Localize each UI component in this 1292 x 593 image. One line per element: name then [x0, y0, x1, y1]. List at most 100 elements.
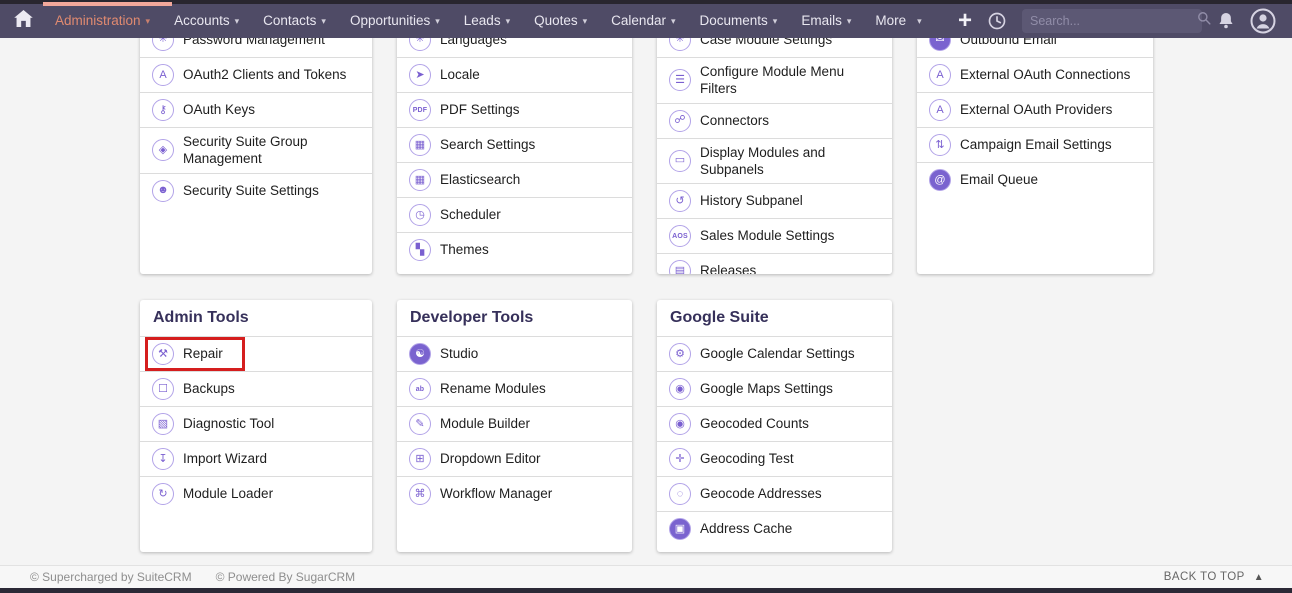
email-panel: ✉Outbound EmailAExternal OAuth Connectio…	[917, 22, 1153, 274]
chevron-down-icon: ▾	[435, 14, 440, 27]
chart-box-icon: ▧	[152, 413, 174, 435]
admin-link-geocoding-test[interactable]: ✛Geocoding Test	[657, 441, 892, 476]
admin-link-themes[interactable]: ▚ Themes	[397, 232, 632, 267]
monitor-icon: ▭	[669, 150, 691, 172]
history-icon: ↺	[669, 190, 691, 212]
admin-link-geocode-addresses[interactable]: ◌Geocode Addresses	[657, 476, 892, 511]
gear-icon: ⚙	[669, 343, 691, 365]
recently-viewed-icon[interactable]	[987, 11, 1007, 31]
back-to-top-button[interactable]: BACK TO TOP ▲	[1164, 571, 1264, 583]
clock-icon: ◷	[409, 204, 431, 226]
admin-link-connectors[interactable]: ☍Connectors	[657, 103, 892, 138]
nav-item-calendar[interactable]: Calendar▾	[599, 4, 687, 37]
admin-link-studio[interactable]: ☯Studio	[397, 336, 632, 371]
admin-link-email-queue[interactable]: @Email Queue	[917, 162, 1153, 197]
vertical-sliders-icon: ⇅	[929, 134, 951, 156]
admin-link-address-cache[interactable]: ▣Address Cache	[657, 511, 892, 546]
admin-link-display-modules-and-subpanels[interactable]: ▭Display Modules and Subpanels	[657, 138, 892, 184]
admin-link-label: External OAuth Providers	[960, 96, 1112, 123]
admin-link-campaign-email-settings[interactable]: ⇅ Campaign Email Settings	[917, 127, 1153, 162]
admin-link-history-subpanel[interactable]: ↺History Subpanel	[657, 183, 892, 218]
admin-link-security-suite-group-management[interactable]: ◈ Security Suite Group Management	[140, 127, 372, 173]
admin-link-oauth2-clients-and-tokens[interactable]: AOAuth2 Clients and Tokens	[140, 57, 372, 92]
table-icon: ⊞	[409, 448, 431, 470]
admin-link-label: Repair	[183, 340, 223, 367]
home-button[interactable]	[14, 10, 33, 32]
nav-item-administration[interactable]: Administration▾	[43, 4, 162, 37]
admin-link-configure-module-menu-filters[interactable]: ☰Configure Module Menu Filters	[657, 57, 892, 103]
nav-item-more[interactable]: More▾	[863, 4, 933, 37]
admin-link-external-oauth-connections[interactable]: A External OAuth Connections	[917, 57, 1153, 92]
nav-item-emails[interactable]: Emails▾	[789, 4, 863, 37]
lock-icon: ◈	[152, 139, 174, 161]
nav-item-quotes[interactable]: Quotes▾	[522, 4, 599, 37]
key-icon: ⚷	[152, 99, 174, 121]
admin-link-locale[interactable]: ➤Locale	[397, 57, 632, 92]
grid-search-icon: ▦	[409, 169, 431, 191]
admin-link-label: Locale	[440, 61, 480, 88]
chevron-down-icon: ▾	[583, 14, 588, 27]
dotted-circle-icon: ◌	[669, 483, 691, 505]
admin-link-scheduler[interactable]: ◷Scheduler	[397, 197, 632, 232]
nav-item-contacts[interactable]: Contacts▾	[251, 4, 338, 37]
admin-link-google-calendar-settings[interactable]: ⚙ Google Calendar Settings	[657, 336, 892, 371]
admin-link-label: Geocoded Counts	[700, 410, 809, 437]
admin-link-module-loader[interactable]: ↻Module Loader	[140, 476, 372, 511]
top-navbar: Administration▾Accounts▾Contacts▾Opportu…	[0, 0, 1292, 38]
admin-link-security-suite-settings[interactable]: ☻Security Suite Settings	[140, 173, 372, 208]
admin-link-backups[interactable]: ☐Backups	[140, 371, 372, 406]
admin-link-workflow-manager[interactable]: ⌘Workflow Manager	[397, 476, 632, 511]
admin-link-label: Google Calendar Settings	[700, 340, 855, 367]
admin-link-module-builder[interactable]: ✎Module Builder	[397, 406, 632, 441]
admin-link-label: Module Builder	[440, 410, 530, 437]
admin-link-label: Import Wizard	[183, 445, 267, 472]
system-panel: ✳Languages➤LocalePDFPDF Settings▦Search …	[397, 22, 632, 274]
pdf-badge-icon: PDF	[409, 99, 431, 121]
oauth2-letter-a-icon: A	[929, 64, 951, 86]
admin-link-label: Campaign Email Settings	[960, 131, 1112, 158]
admin-link-import-wizard[interactable]: ↧ Import Wizard	[140, 441, 372, 476]
admin-link-label: Configure Module Menu Filters	[700, 58, 880, 103]
admin-link-oauth-keys[interactable]: ⚷OAuth Keys	[140, 92, 372, 127]
up-arrow-icon: ▲	[1254, 572, 1264, 583]
admin-link-label: Geocoding Test	[700, 445, 794, 472]
theme-squares-icon: ▚	[409, 239, 431, 261]
chevron-down-icon: ▾	[847, 14, 852, 27]
user-avatar[interactable]	[1250, 8, 1276, 34]
admin-link-label: Sales Module Settings	[700, 222, 834, 249]
admin-panels-row1: ✳Password ManagementAOAuth2 Clients and …	[140, 38, 1153, 274]
chevron-down-icon: ▾	[506, 14, 511, 27]
admin-link-dropdown-editor[interactable]: ⊞Dropdown Editor	[397, 441, 632, 476]
nav-item-opportunities[interactable]: Opportunities▾	[338, 4, 452, 37]
nav-item-documents[interactable]: Documents▾	[688, 4, 790, 37]
admin-link-releases[interactable]: ▤Releases	[657, 253, 892, 274]
search-icon[interactable]	[1197, 11, 1211, 30]
quick-create-button[interactable]: +	[958, 9, 972, 33]
at-sign-icon: @	[929, 169, 951, 191]
nav-item-accounts[interactable]: Accounts▾	[162, 4, 251, 37]
admin-link-pdf-settings[interactable]: PDFPDF Settings	[397, 92, 632, 127]
admin-link-elasticsearch[interactable]: ▦Elasticsearch	[397, 162, 632, 197]
admin-link-external-oauth-providers[interactable]: AExternal OAuth Providers	[917, 92, 1153, 127]
admin-link-repair[interactable]: ⚒Repair	[140, 336, 372, 371]
notifications-bell-icon[interactable]	[1217, 11, 1235, 30]
map-pin-icon: ◉	[669, 378, 691, 400]
admin-link-label: Security Suite Group Management	[183, 128, 360, 173]
admin-link-sales-module-settings[interactable]: AOS Sales Module Settings	[657, 218, 892, 253]
users-icon: ☻	[152, 180, 174, 202]
admin-link-label: Rename Modules	[440, 375, 546, 402]
nav-item-leads[interactable]: Leads▾	[452, 4, 522, 37]
admin-link-label: Address Cache	[700, 515, 792, 542]
global-search	[1022, 9, 1202, 33]
admin-link-geocoded-counts[interactable]: ◉Geocoded Counts	[657, 406, 892, 441]
import-arrow-icon: ↧	[152, 448, 174, 470]
admin-link-label: Themes	[440, 236, 489, 263]
admin-link-google-maps-settings[interactable]: ◉Google Maps Settings	[657, 371, 892, 406]
admin-link-search-settings[interactable]: ▦Search Settings	[397, 127, 632, 162]
admin-link-diagnostic-tool[interactable]: ▧Diagnostic Tool	[140, 406, 372, 441]
layers-icon: ▤	[669, 260, 691, 274]
admin-link-label: External OAuth Connections	[960, 61, 1130, 88]
admin-link-rename-modules[interactable]: abRename Modules	[397, 371, 632, 406]
search-input[interactable]	[1030, 14, 1191, 28]
aos-badge-icon: AOS	[669, 225, 691, 247]
